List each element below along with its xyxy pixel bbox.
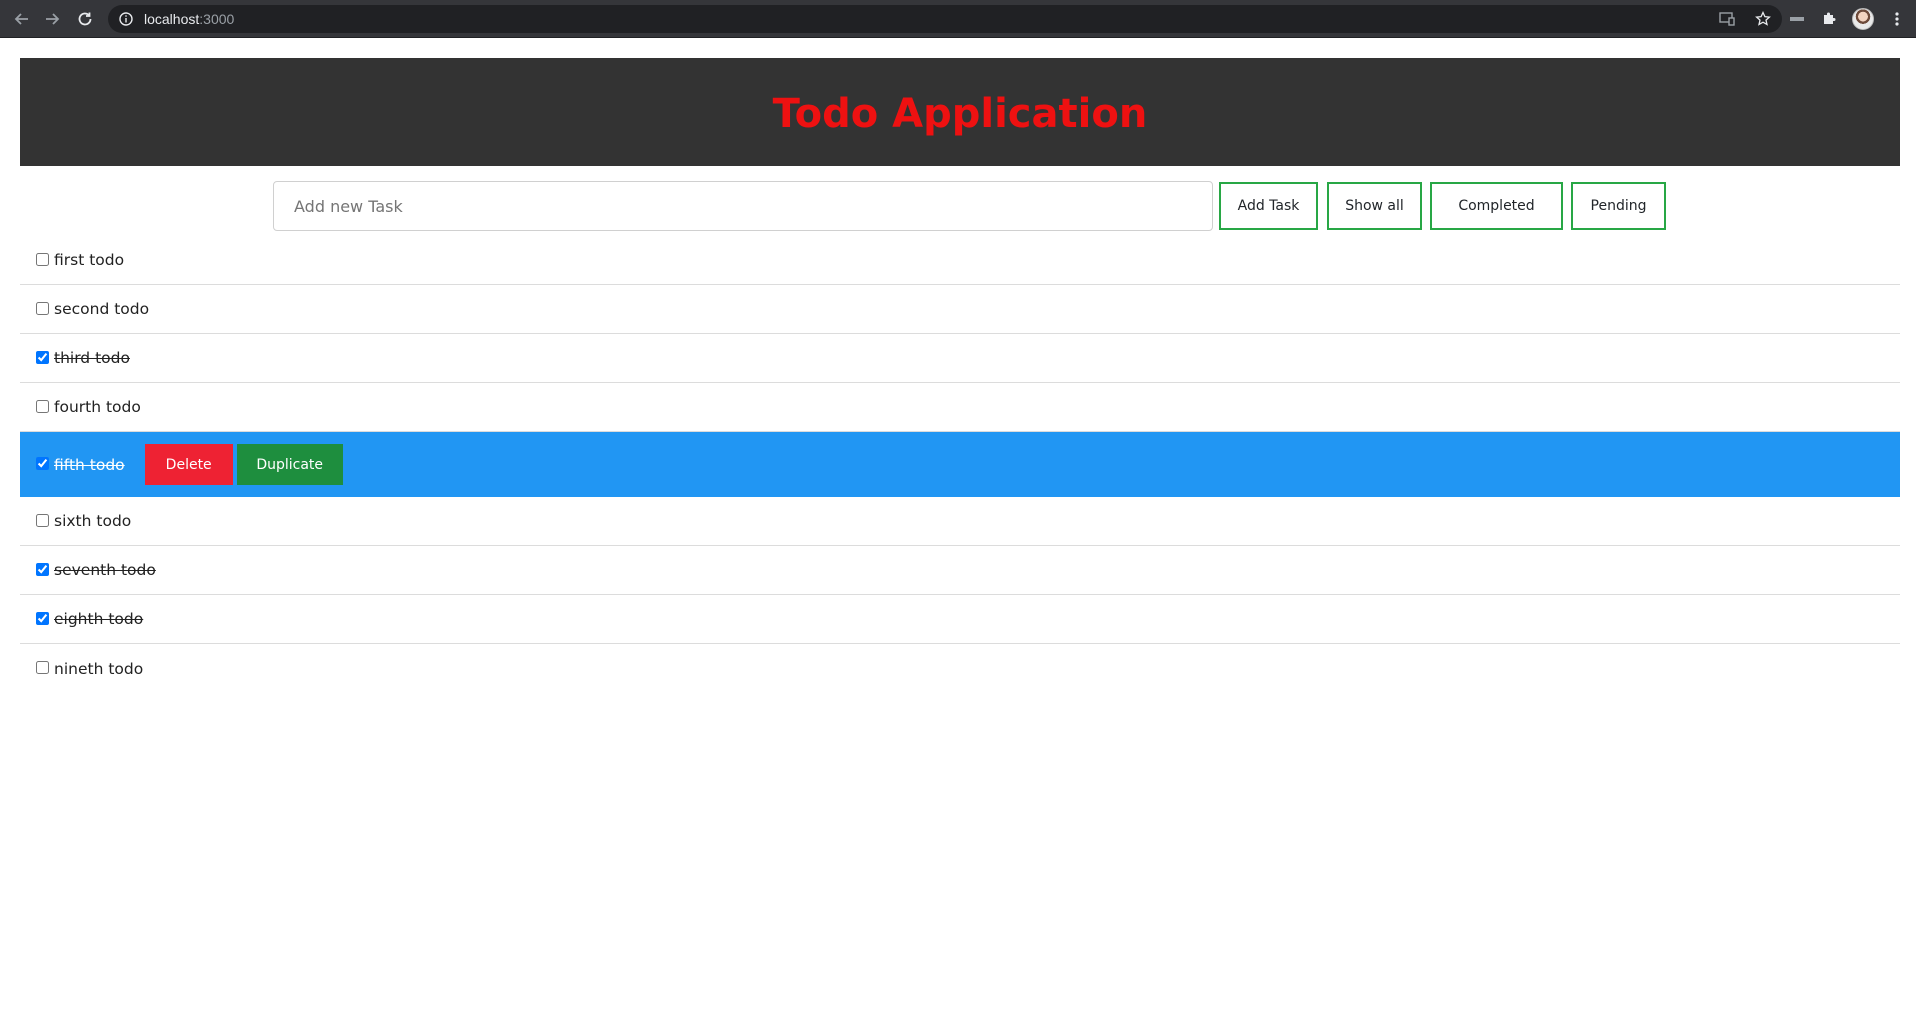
duplicate-button[interactable]: Duplicate (236, 444, 343, 485)
puzzle-icon[interactable] (1820, 10, 1838, 28)
browser-toolbar: localhost:3000 (0, 0, 1916, 38)
pending-filter-button[interactable]: Pending (1571, 182, 1666, 230)
todo-label: fourth todo (54, 398, 141, 416)
todo-label: sixth todo (54, 512, 132, 530)
extension-bar-icon[interactable] (1788, 10, 1806, 28)
completed-filter-button[interactable]: Completed (1430, 182, 1563, 230)
delete-button[interactable]: Delete (144, 444, 233, 485)
todo-checkbox[interactable] (36, 562, 49, 576)
todo-checkbox[interactable] (36, 252, 49, 266)
todo-item[interactable]: nineth todo (20, 644, 1900, 693)
todo-item[interactable]: second todo (20, 285, 1900, 334)
todo-item[interactable]: third todo (20, 334, 1900, 383)
todo-label: second todo (54, 300, 150, 318)
todo-item[interactable]: fourth todo (20, 383, 1900, 432)
profile-avatar[interactable] (1852, 8, 1874, 30)
todo-checkbox[interactable] (36, 350, 49, 364)
todo-list: first todo second todo third todo fourth… (20, 236, 1900, 693)
url-port: :3000 (199, 11, 235, 27)
todo-item[interactable]: sixth todo (20, 497, 1900, 546)
todo-label: nineth todo (54, 659, 144, 678)
reload-icon[interactable] (73, 7, 97, 31)
todo-checkbox[interactable] (36, 457, 49, 470)
star-icon[interactable] (1754, 10, 1772, 28)
todo-label: eighth todo (54, 610, 144, 628)
todo-label: third todo (54, 349, 130, 367)
todo-checkbox[interactable] (36, 399, 49, 413)
app-header: Todo Application (20, 58, 1900, 166)
todo-checkbox[interactable] (36, 661, 49, 674)
address-bar[interactable]: localhost:3000 (108, 5, 1782, 33)
kebab-menu-icon[interactable] (1888, 10, 1906, 28)
new-task-input[interactable] (273, 181, 1213, 231)
todo-item[interactable]: first todo (20, 236, 1900, 285)
todo-checkbox[interactable] (36, 611, 49, 625)
todo-checkbox[interactable] (36, 513, 49, 527)
show-all-filter-button[interactable]: Show all (1327, 182, 1422, 230)
todo-item[interactable]: seventh todo (20, 546, 1900, 595)
cast-icon[interactable] (1718, 10, 1736, 28)
todo-item[interactable]: eighth todo (20, 595, 1900, 644)
task-toolbar: Add Task Show all Completed Pending (20, 166, 1900, 236)
add-task-button[interactable]: Add Task (1219, 182, 1318, 230)
url-text: localhost:3000 (144, 11, 234, 27)
forward-arrow-icon[interactable] (40, 7, 64, 31)
app-title: Todo Application (772, 91, 1148, 137)
todo-item-selected[interactable]: fifth todo Delete Duplicate (20, 432, 1900, 497)
back-arrow-icon[interactable] (10, 7, 34, 31)
todo-app: Todo Application Add Task Show all Compl… (20, 58, 1900, 693)
url-host: localhost (144, 11, 200, 27)
todo-checkbox[interactable] (36, 301, 49, 315)
todo-label: first todo (54, 251, 125, 269)
todo-label: seventh todo (54, 561, 156, 579)
info-icon[interactable] (118, 11, 134, 27)
todo-label: fifth todo (54, 455, 125, 474)
